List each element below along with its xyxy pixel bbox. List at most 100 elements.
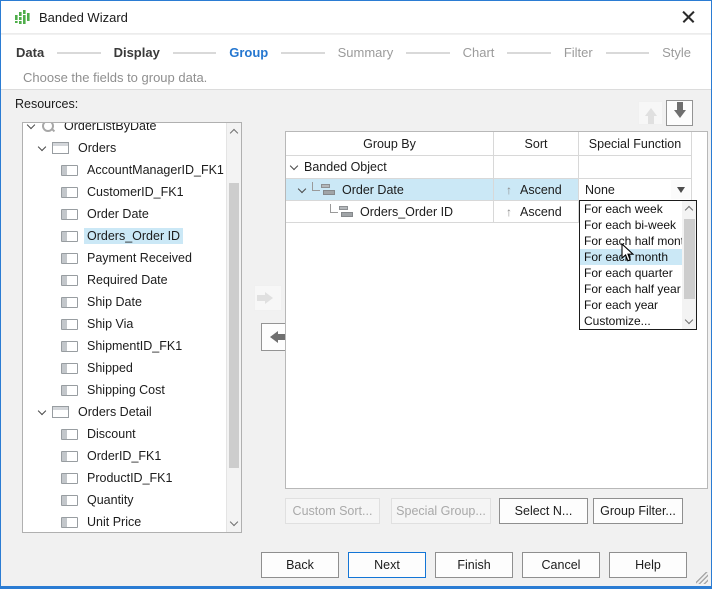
- tree-item-label: Shipped: [84, 360, 136, 376]
- tree-item-field[interactable]: Ship Via: [23, 313, 226, 335]
- step-style[interactable]: Style: [662, 45, 691, 60]
- select-n-button[interactable]: Select N...: [499, 498, 588, 524]
- tree-item-field[interactable]: ProductID_FK1: [23, 467, 226, 489]
- back-button[interactable]: Back: [261, 552, 339, 578]
- step-display[interactable]: Display: [114, 45, 160, 60]
- tree-item-label: Unit Price: [84, 514, 144, 530]
- tree-item-field[interactable]: Quantity: [23, 489, 226, 511]
- step-connector: [606, 52, 649, 54]
- tree-item-label: Order Date: [84, 206, 152, 222]
- dropdown-item[interactable]: Customize...: [580, 313, 682, 329]
- tree-item-field[interactable]: ShipmentID_FK1: [23, 335, 226, 357]
- dropdown-item[interactable]: For each half year: [580, 281, 682, 297]
- field-icon: [61, 363, 78, 374]
- finish-button[interactable]: Finish: [435, 552, 513, 578]
- group-band-icon: [321, 184, 336, 195]
- tree-elbow-icon: [330, 204, 338, 213]
- tree-item-label: Payment Received: [84, 250, 195, 266]
- step-filter[interactable]: Filter: [564, 45, 593, 60]
- field-icon: [61, 209, 78, 220]
- tree-item-field[interactable]: Shipping Cost: [23, 379, 226, 401]
- grid-cell-sort[interactable]: ↑ Ascend: [494, 179, 579, 201]
- tree-item-label: Ship Date: [84, 294, 145, 310]
- button-label: Select N...: [515, 504, 573, 518]
- dropdown-item[interactable]: For each year: [580, 297, 682, 313]
- column-header-sort[interactable]: Sort: [494, 132, 579, 156]
- grid-row-banded-object[interactable]: Banded Object: [286, 156, 494, 179]
- dropdown-scrollbar[interactable]: [682, 201, 696, 329]
- banded-wizard-dialog: Banded Wizard Data Display Group Summary…: [0, 0, 712, 589]
- app-logo-icon: [14, 9, 30, 25]
- dropdown-arrow-icon[interactable]: [671, 180, 690, 199]
- tree-scrollbar[interactable]: [226, 123, 241, 532]
- dropdown-item[interactable]: For each bi-week: [580, 217, 682, 233]
- tree-item-field-selected[interactable]: Orders_Order ID: [23, 225, 226, 247]
- sort-label: Ascend: [520, 205, 562, 219]
- scroll-down-icon[interactable]: [682, 315, 696, 329]
- chevron-down-icon[interactable]: [38, 406, 46, 414]
- wizard-header: Data Display Group Summary Chart Filter …: [1, 35, 711, 90]
- chevron-down-icon[interactable]: [27, 122, 35, 129]
- field-icon: [61, 385, 78, 396]
- chevron-down-icon[interactable]: [38, 142, 46, 150]
- up-arrow-icon: [645, 102, 657, 124]
- scroll-up-icon[interactable]: [227, 123, 241, 139]
- tree-item-orderlistbydate[interactable]: OrderListByDate: [23, 122, 226, 137]
- title-bar[interactable]: Banded Wizard: [1, 1, 711, 34]
- field-icon: [61, 253, 78, 264]
- tree-item-field[interactable]: Shipped: [23, 357, 226, 379]
- step-connector: [281, 52, 324, 54]
- tree-item-field[interactable]: Ship Date: [23, 291, 226, 313]
- close-icon[interactable]: [682, 11, 695, 24]
- step-connector: [173, 52, 216, 54]
- field-icon: [61, 187, 78, 198]
- scroll-thumb[interactable]: [684, 219, 695, 299]
- next-button[interactable]: Next: [348, 552, 426, 578]
- resources-label: Resources:: [15, 97, 78, 111]
- query-icon: [41, 122, 55, 133]
- step-data[interactable]: Data: [16, 45, 44, 60]
- grid-cell-label: Orders_Order ID: [360, 205, 453, 219]
- column-header-group-by[interactable]: Group By: [286, 132, 494, 156]
- grid-row-orders-order-id[interactable]: Orders_Order ID: [286, 201, 494, 223]
- tree-item-field[interactable]: Discount: [23, 423, 226, 445]
- tree-elbow-icon: [312, 182, 320, 191]
- resize-grip[interactable]: [696, 572, 708, 584]
- tree-item-orders-detail[interactable]: Orders Detail: [23, 401, 226, 423]
- column-header-special-function[interactable]: Special Function: [579, 132, 692, 156]
- tree-item-label: OrderListByDate: [61, 122, 159, 134]
- tree-item-field[interactable]: CustomerID_FK1: [23, 181, 226, 203]
- tree-item-field[interactable]: AccountManagerID_FK1: [23, 159, 226, 181]
- chevron-down-icon[interactable]: [290, 162, 298, 170]
- mouse-cursor: [621, 243, 635, 268]
- tree-item-orders[interactable]: Orders: [23, 137, 226, 159]
- field-icon: [61, 451, 78, 462]
- grid-cell-label: Banded Object: [304, 160, 387, 174]
- tree-item-label: Discount: [84, 426, 139, 442]
- grid-cell-sort[interactable]: ↑ Ascend: [494, 201, 579, 223]
- tree-item-field[interactable]: Payment Received: [23, 247, 226, 269]
- cancel-button[interactable]: Cancel: [522, 552, 600, 578]
- help-button[interactable]: Help: [609, 552, 687, 578]
- scroll-down-icon[interactable]: [227, 516, 241, 532]
- tree-item-field[interactable]: Unit Price: [23, 511, 226, 533]
- tree-item-field[interactable]: Order Date: [23, 203, 226, 225]
- chevron-down-icon[interactable]: [298, 184, 306, 192]
- table-icon: [52, 142, 69, 154]
- step-summary[interactable]: Summary: [338, 45, 394, 60]
- scroll-up-icon[interactable]: [682, 201, 696, 215]
- field-icon: [61, 341, 78, 352]
- group-filter-button[interactable]: Group Filter...: [593, 498, 683, 524]
- dropdown-item[interactable]: For each week: [580, 201, 682, 217]
- field-icon: [61, 165, 78, 176]
- field-icon: [61, 231, 78, 242]
- tree-item-field[interactable]: OrderID_FK1: [23, 445, 226, 467]
- special-function-combobox[interactable]: None: [579, 179, 692, 201]
- move-down-button[interactable]: [666, 100, 693, 126]
- grid-row-order-date[interactable]: Order Date: [286, 179, 494, 201]
- step-group[interactable]: Group: [229, 45, 268, 60]
- tree-item-field[interactable]: Required Date: [23, 269, 226, 291]
- field-icon: [61, 275, 78, 286]
- scroll-thumb[interactable]: [229, 183, 239, 468]
- step-chart[interactable]: Chart: [463, 45, 495, 60]
